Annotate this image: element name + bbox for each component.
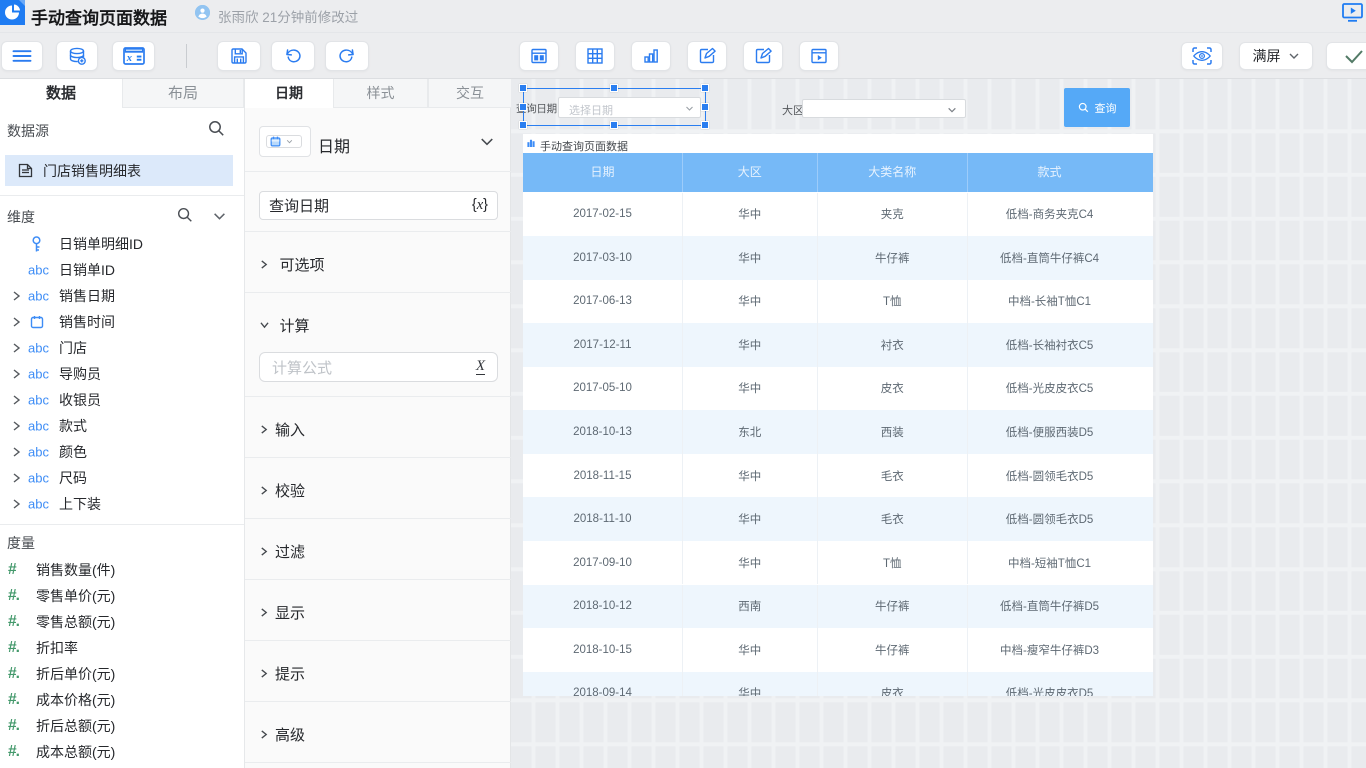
svg-text:x: x [125, 53, 131, 64]
